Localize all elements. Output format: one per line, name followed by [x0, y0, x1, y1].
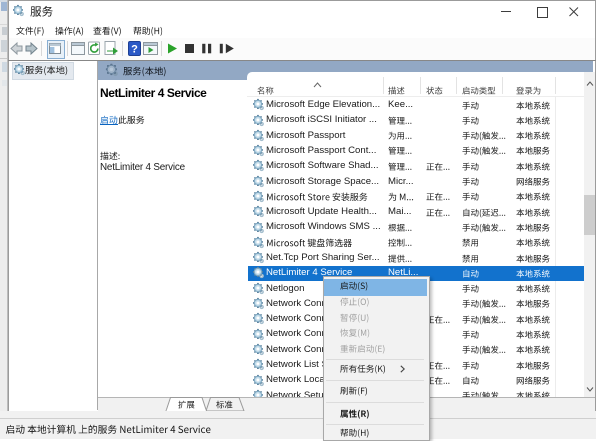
- svg-text:?: ?: [131, 44, 138, 56]
